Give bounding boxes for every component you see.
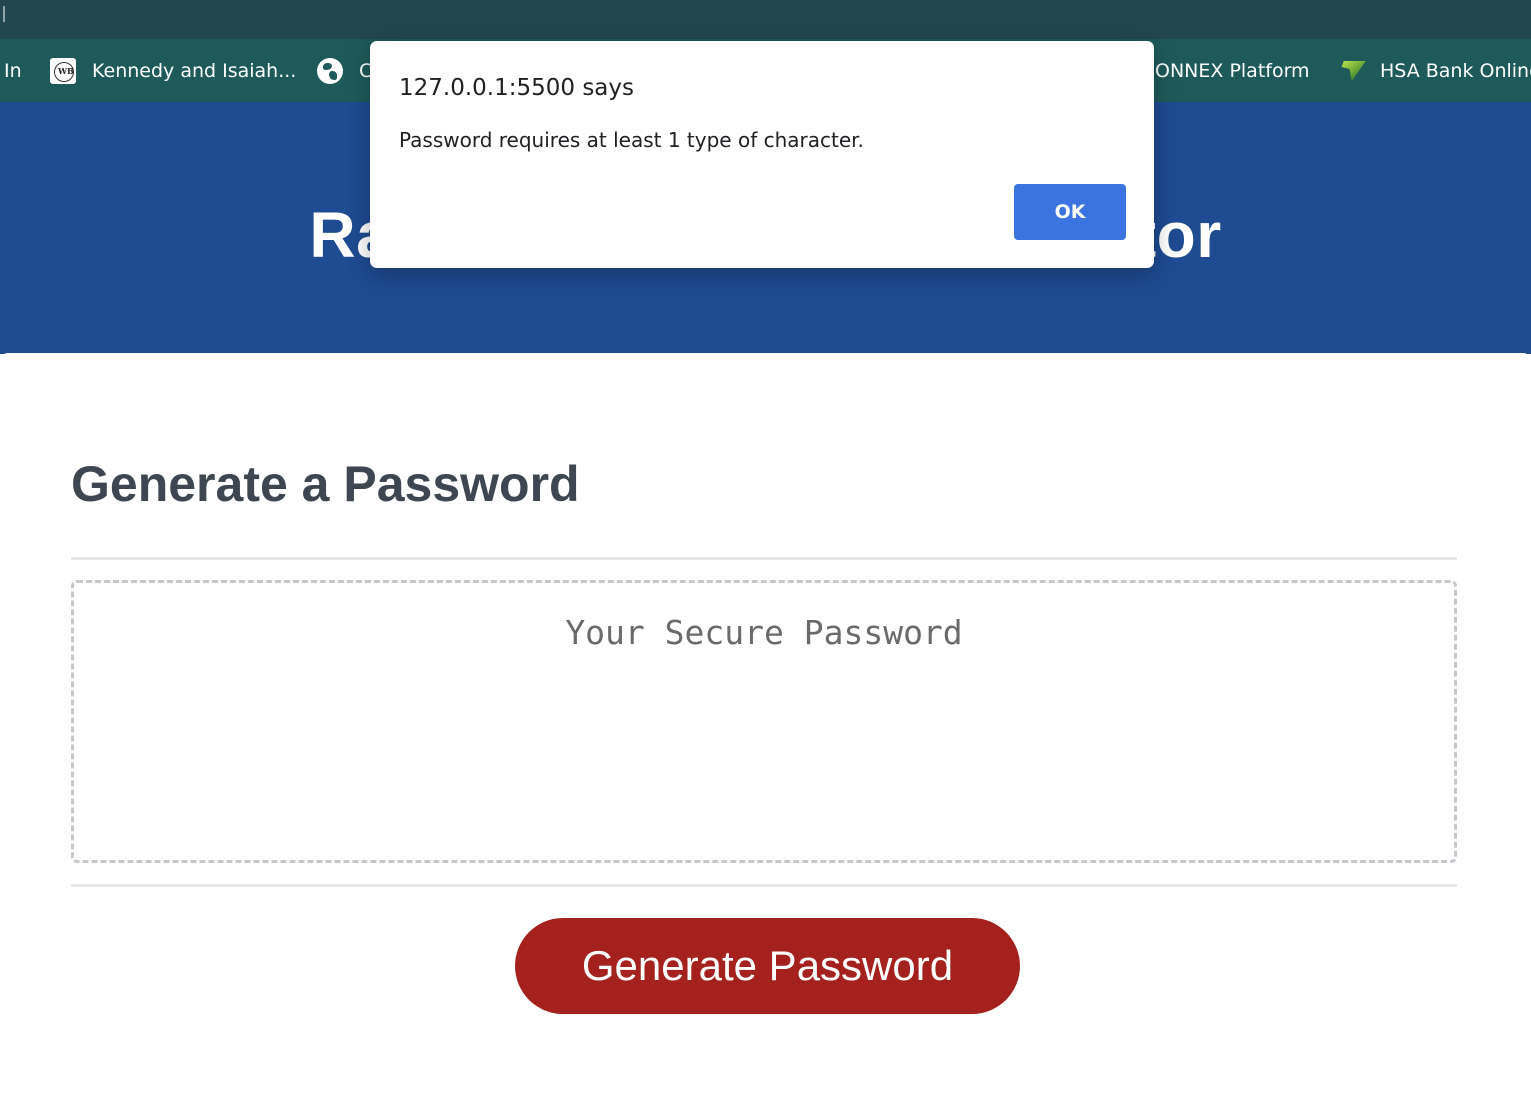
card-divider-top <box>71 557 1457 560</box>
alert-dialog: 127.0.0.1:5500 says Password requires at… <box>370 41 1154 268</box>
text-caret <box>3 6 5 22</box>
bookmark-kennedy-isaiah[interactable]: WB Kennedy and Isaiah... <box>50 58 296 84</box>
bookmark-label: ONNEX Platform <box>1155 60 1310 82</box>
bookmark-onnex-platform[interactable]: ONNEX Platform <box>1155 58 1310 84</box>
dialog-origin: 127.0.0.1:5500 says <box>399 75 634 101</box>
password-card: Generate a Password Generate Password <box>0 353 1531 1102</box>
bookmark-label: Kennedy and Isaiah... <box>92 60 297 82</box>
wb-logo-icon: WB <box>50 58 76 84</box>
ok-button[interactable]: OK <box>1014 184 1126 240</box>
bookmark-label: In <box>4 60 22 82</box>
bookmark-in[interactable]: In <box>4 58 22 84</box>
bookmark-globe[interactable]: C <box>317 58 372 84</box>
password-output[interactable] <box>71 580 1457 863</box>
hsa-bank-icon <box>1338 58 1364 84</box>
card-title: Generate a Password <box>71 456 580 512</box>
card-divider-bottom <box>71 884 1457 887</box>
generate-password-button[interactable]: Generate Password <box>515 918 1020 1014</box>
globe-icon <box>317 58 343 84</box>
bookmark-hsa-bank[interactable]: HSA Bank Online <box>1338 58 1531 84</box>
browser-tab-strip <box>0 0 1531 39</box>
bookmark-label: HSA Bank Online <box>1380 60 1531 82</box>
dialog-message: Password requires at least 1 type of cha… <box>399 128 864 152</box>
